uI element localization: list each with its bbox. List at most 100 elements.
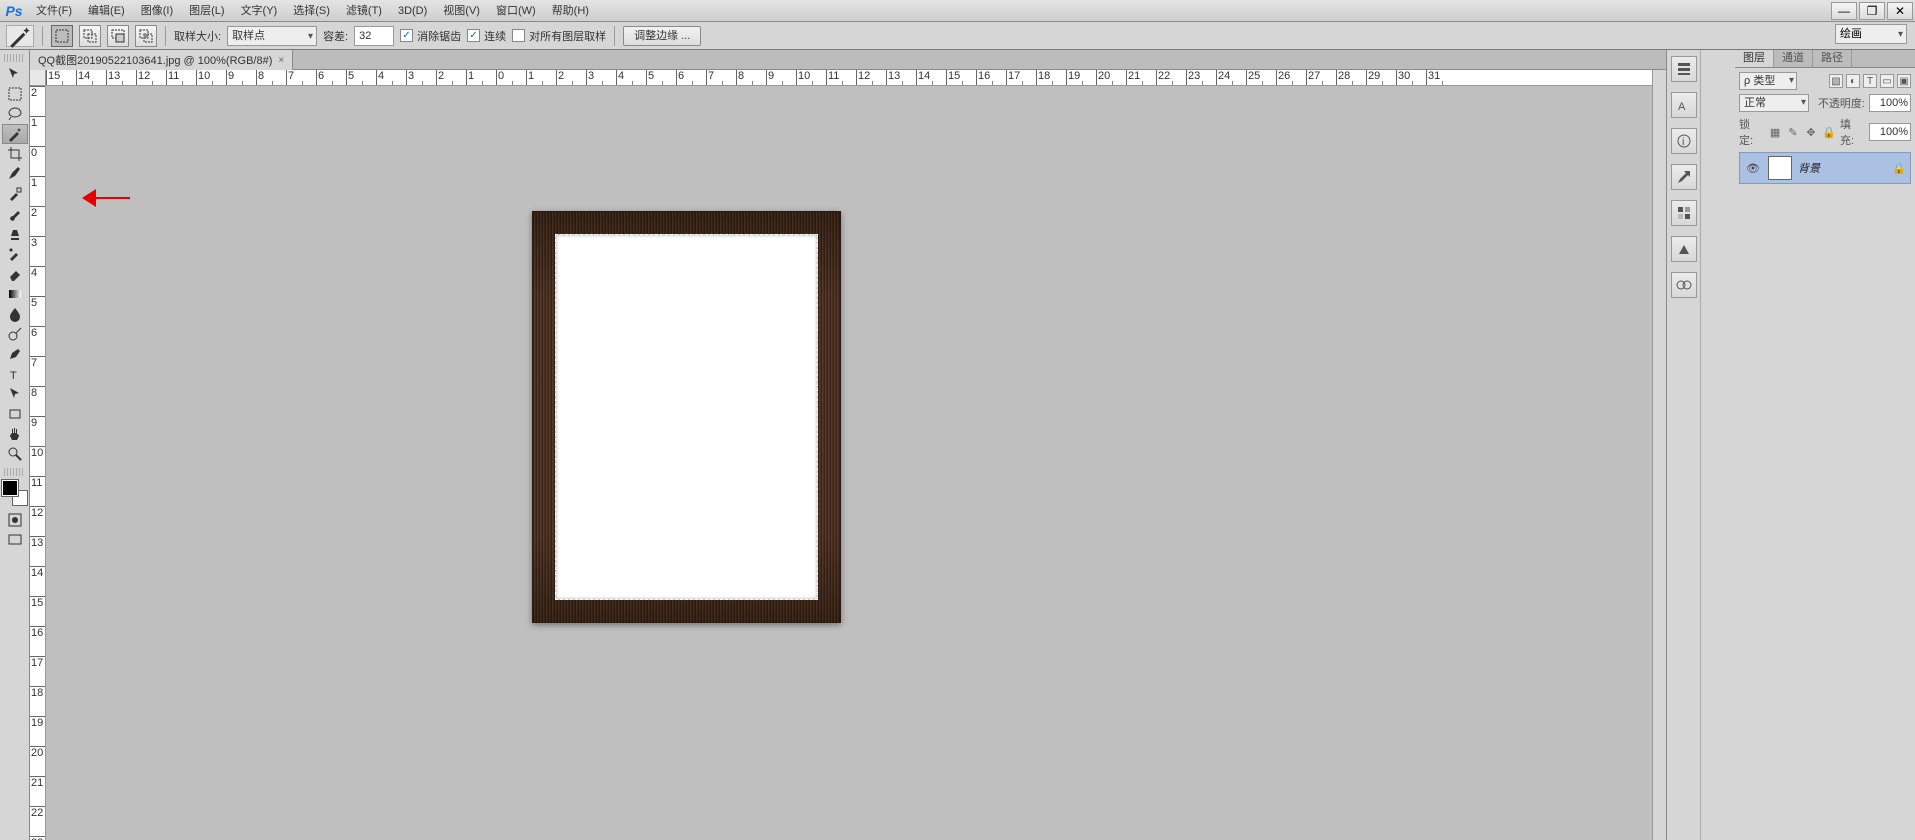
tool-presets-panel-icon[interactable]: [1671, 236, 1697, 262]
filter-shape-icon[interactable]: ▭: [1880, 74, 1894, 88]
lock-pixels-icon[interactable]: ✎: [1786, 125, 1800, 139]
healing-brush-tool[interactable]: [2, 184, 28, 204]
quickmask-toggle[interactable]: [2, 510, 28, 530]
crop-tool[interactable]: [2, 144, 28, 164]
ruler-tick: 2: [30, 86, 46, 116]
selection-intersect[interactable]: [135, 25, 157, 47]
menu-select[interactable]: 选择(S): [285, 0, 338, 22]
pen-tool[interactable]: [2, 344, 28, 364]
tab-paths[interactable]: 路径: [1813, 50, 1852, 67]
marquee-tool[interactable]: [2, 84, 28, 104]
color-swatches[interactable]: [2, 480, 28, 506]
blend-mode-select[interactable]: 正常: [1739, 94, 1809, 112]
ruler-origin[interactable]: [30, 70, 46, 86]
tolerance-label: 容差:: [323, 28, 348, 44]
menu-layer[interactable]: 图层(L): [181, 0, 232, 22]
sample-size-label: 取样大小:: [174, 28, 221, 44]
refine-edge-button[interactable]: 调整边缘 ...: [623, 26, 701, 46]
vertical-scrollbar[interactable]: [1652, 70, 1666, 840]
layer-row-background[interactable]: 👁 背景 🔒: [1739, 152, 1911, 184]
selection-new[interactable]: [51, 25, 73, 47]
filter-type-icon[interactable]: T: [1863, 74, 1877, 88]
ruler-tick: 6: [316, 70, 346, 86]
sample-size-select[interactable]: 取样点: [227, 26, 317, 46]
menu-view[interactable]: 视图(V): [435, 0, 488, 22]
lasso-tool[interactable]: [2, 104, 28, 124]
menu-edit[interactable]: 编辑(E): [80, 0, 133, 22]
gradient-tool[interactable]: [2, 284, 28, 304]
rectangle-tool[interactable]: [2, 404, 28, 424]
canvas-viewport[interactable]: [46, 86, 1666, 840]
current-tool-indicator[interactable]: [6, 25, 34, 47]
all-layers-checkbox[interactable]: 对所有图层取样: [512, 28, 606, 44]
document-tab[interactable]: QQ截图20190522103641.jpg @ 100%(RGB/8#) ×: [30, 50, 293, 70]
menu-help[interactable]: 帮助(H): [544, 0, 597, 22]
ruler-tick: 17: [1006, 70, 1036, 86]
ruler-tick: 26: [1276, 70, 1306, 86]
menu-type[interactable]: 文字(Y): [233, 0, 286, 22]
opacity-input[interactable]: 100%: [1869, 94, 1911, 112]
filter-smart-icon[interactable]: ▣: [1897, 74, 1911, 88]
contiguous-checkbox[interactable]: ✓ 连续: [467, 28, 506, 44]
selection-subtract[interactable]: [107, 25, 129, 47]
zoom-tool[interactable]: [2, 444, 28, 464]
eyedropper-tool[interactable]: [2, 164, 28, 184]
menu-window[interactable]: 窗口(W): [488, 0, 544, 22]
eraser-tool[interactable]: [2, 264, 28, 284]
antialias-checkbox[interactable]: ✓ 消除锯齿: [400, 28, 461, 44]
menu-3d[interactable]: 3D(D): [390, 0, 435, 22]
layer-name[interactable]: 背景: [1798, 160, 1886, 176]
path-select-tool[interactable]: [2, 384, 28, 404]
menu-file[interactable]: 文件(F): [28, 0, 80, 22]
history-brush-tool[interactable]: [2, 244, 28, 264]
move-tool[interactable]: [2, 64, 28, 84]
close-icon[interactable]: ×: [278, 55, 284, 66]
ruler-tick: 5: [30, 296, 46, 326]
type-tool[interactable]: T: [2, 364, 28, 384]
foreground-color-swatch[interactable]: [2, 480, 18, 496]
menu-image[interactable]: 图像(I): [133, 0, 181, 22]
options-bar: 取样大小: 取样点 容差: 32 ✓ 消除锯齿 ✓ 连续 对所有图层取样 调整边…: [0, 22, 1915, 50]
menu-filter[interactable]: 滤镜(T): [338, 0, 390, 22]
ruler-horizontal[interactable]: 1514131211109876543210123456789101112131…: [46, 70, 1666, 86]
ruler-tick: 2: [30, 206, 46, 236]
window-close[interactable]: ✕: [1887, 2, 1913, 20]
ruler-tick: 17: [30, 656, 46, 686]
filter-adjust-icon[interactable]: ◐: [1846, 74, 1860, 88]
lock-transparency-icon[interactable]: ▦: [1768, 125, 1782, 139]
selection-add[interactable]: [79, 25, 101, 47]
ruler-tick: 7: [706, 70, 736, 86]
layer-thumbnail[interactable]: [1768, 156, 1792, 180]
ruler-tick: 4: [376, 70, 406, 86]
window-minimize[interactable]: —: [1831, 2, 1857, 20]
info-panel-icon[interactable]: i: [1671, 128, 1697, 154]
tab-channels[interactable]: 通道: [1774, 50, 1813, 67]
clone-stamp-tool[interactable]: [2, 224, 28, 244]
window-maximize[interactable]: ❐: [1859, 2, 1885, 20]
brush-tool[interactable]: [2, 204, 28, 224]
ruler-vertical[interactable]: 2101234567891011121314151617181920212223…: [30, 86, 46, 840]
tab-layers[interactable]: 图层: [1735, 50, 1774, 67]
lock-all-icon[interactable]: 🔒: [1822, 125, 1836, 139]
panel-grip[interactable]: [4, 54, 25, 62]
magic-wand-tool[interactable]: [2, 124, 28, 144]
character-panel-icon[interactable]: A: [1671, 92, 1697, 118]
dodge-tool[interactable]: [2, 324, 28, 344]
styles-panel-icon[interactable]: [1671, 164, 1697, 190]
visibility-toggle-icon[interactable]: 👁: [1744, 159, 1762, 177]
filter-pixel-icon[interactable]: ▧: [1829, 74, 1843, 88]
history-panel-icon[interactable]: [1671, 56, 1697, 82]
ruler-tick: 10: [796, 70, 826, 86]
libraries-panel-icon[interactable]: [1671, 272, 1697, 298]
swatches-panel-icon[interactable]: [1671, 200, 1697, 226]
blur-tool[interactable]: [2, 304, 28, 324]
tolerance-input[interactable]: 32: [354, 26, 394, 46]
hand-tool[interactable]: [2, 424, 28, 444]
workspace-switcher[interactable]: 绘画: [1835, 24, 1907, 44]
canvas-image[interactable]: [532, 211, 841, 623]
lock-position-icon[interactable]: ✥: [1804, 125, 1818, 139]
layer-filter-type[interactable]: ρ 类型: [1739, 72, 1797, 90]
fill-input[interactable]: 100%: [1869, 123, 1911, 141]
screenmode-toggle[interactable]: [2, 530, 28, 550]
ruler-tick: 4: [30, 266, 46, 296]
